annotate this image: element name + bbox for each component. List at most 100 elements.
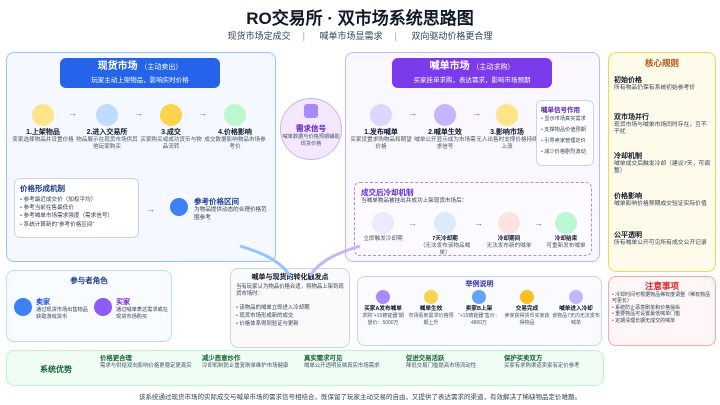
example-step-title: 交易完成	[515, 306, 539, 312]
rule-desc: 现货市场与喊单市场同时存在，互不干扰	[614, 122, 707, 135]
example-step: 卖家B上架 “+15铸锭器”售价：4800万	[456, 290, 502, 327]
example-step-desc: 卖家获得货币买家获得物品	[504, 313, 550, 326]
rules-title: 核心规则	[644, 58, 679, 68]
step-title: 4.价格影响	[218, 129, 252, 136]
advantage-desc: 买家有求购渠道卖家有定价参考	[504, 363, 580, 369]
step-title: 2.进入交易所	[86, 129, 128, 136]
spot-market-header: 现货市场 （主动卖出） 玩家主动上架物品，影响实时价格	[60, 58, 220, 88]
step-desc: 无人出售时支撑价格持续上涨	[476, 137, 538, 150]
advantage-item: 减少恶意炒作 冷却机制防止重复刷单维护市场健康	[202, 355, 302, 370]
effect-item: 引导卖家管理定价	[541, 136, 589, 147]
transform-item: 该物品的喊单立即进入冷却期	[236, 304, 346, 312]
mechanism-item: 参考当前在售最低价	[20, 204, 133, 212]
advantage-desc: 喊单公开透明反映真实市场需求	[304, 363, 380, 369]
bell-icon	[496, 104, 518, 126]
advantage-item: 促进交易活跃 降低交易门槛提高市场流动性	[406, 355, 506, 370]
example-step: 买家A发布喊单 求购“+15铸锭器”期望价：5000万	[360, 290, 406, 327]
no-entry-icon	[498, 212, 520, 234]
step-desc: 成交数据影响物品市场参考价	[204, 137, 266, 150]
transform-item: 价格体系得到验证与更新	[236, 320, 346, 328]
stage-desc: 无法发布新的喊单	[486, 243, 532, 249]
order-step: 1.发布喊单 买家设置求购物品和期望价格	[350, 104, 412, 151]
effect-item: 支撑物品价值预期	[541, 125, 589, 136]
cooldown-stage: 冷却结束 可重新发布喊单	[540, 212, 592, 250]
step-desc: 卖家选择物品并设置价格	[12, 137, 74, 143]
cooldown-stage: 立即触发冷却期	[358, 212, 408, 243]
mechanism-item: 参考喊单市场需求强度（需求信号）	[20, 212, 133, 220]
calendar-icon	[434, 212, 456, 234]
stage-desc: 可重新发布喊单	[546, 243, 586, 249]
stage-title: 冷却期间	[497, 236, 521, 242]
spot-step: 1.上架物品 卖家选择物品并设置价格	[12, 104, 74, 144]
advantage-title: 真实需求可见	[304, 355, 343, 362]
spot-title-note: （主动卖出）	[140, 64, 183, 71]
step-title: 3.影响市场	[490, 129, 524, 136]
transform-lead: 当有玩家认为物品价格合适，将物品上架到现货市场时：	[236, 284, 344, 297]
seller-title: 卖家	[36, 299, 50, 306]
step-title: 1.上架物品	[26, 129, 60, 136]
notes-list: 冷却时间可根据物品稀有度调整（稀有物品可更长） 系统防止恶意刷单和价格操纵 重要…	[612, 292, 712, 324]
buyer-title: 买家	[116, 299, 130, 306]
rule-item: 冷却机制 喊单成交后触发冷却（建议7天，可调整）	[614, 152, 712, 175]
ref-price-range: 参考价格区间 为物品提供动态的合理价格范围参考	[194, 196, 272, 222]
rule-item: 价格影响 喊单影响价格预期成交验证实际价值	[614, 192, 712, 208]
seller-avatar-icon	[14, 298, 32, 316]
subtitle-item: 喊单市场显需求	[319, 31, 383, 41]
person-icon	[472, 290, 486, 304]
order-tagline: 买家挂单求购，表达需求，影响市场预期	[413, 77, 531, 84]
rule-desc: 喊单成交后触发冷却（建议7天，可调整）	[614, 161, 710, 174]
stage-title: 7天冷却期	[432, 236, 458, 242]
stage-desc: （无法发布该物品喊单）	[419, 243, 471, 256]
stage-title: 冷却结束	[554, 236, 578, 242]
advantage-item: 保护买卖双方 买家有求购渠道卖家有定价参考	[504, 355, 604, 370]
step-title: 3.成交	[161, 129, 181, 136]
example-step-desc: 求购“+15铸锭器”期望价：5000万	[362, 313, 404, 326]
advantage-title: 促进交易活跃	[406, 355, 445, 362]
spot-step: 2.进入交易所 物品展示在现货市场供其他玩家购买	[76, 104, 138, 151]
arrow-right-icon: →	[146, 204, 155, 214]
order-title: 喊单市场	[429, 61, 470, 72]
step-title: 1.发布喊单	[364, 129, 398, 136]
advantage-desc: 冷却机制防止重复刷单维护市场健康	[202, 363, 289, 369]
spot-tagline: 玩家主动上架物品，影响实时价格	[91, 77, 189, 84]
mechanism-item: 系统计算新的“参考价格区间”	[20, 221, 133, 229]
spot-step: 4.价格影响 成交数据影响物品市场参考价	[204, 104, 266, 151]
hourglass-icon	[569, 290, 583, 304]
example-step-desc: 市场看到需求价格预期上升	[408, 313, 454, 326]
step-desc: 买家购买或成功货币与物品流转	[140, 137, 202, 150]
spot-title: 现货市场	[97, 61, 138, 72]
rule-desc: 所有喊单公开可见所有成交公开记录	[614, 240, 707, 246]
person-icon	[376, 290, 390, 304]
subtitle-item: 现货市场定成交	[227, 31, 291, 41]
cooldown-title: 成交后冷却机制	[361, 188, 414, 197]
step-desc: 喊单公开显示成为市场需求信号	[414, 137, 476, 150]
example-title: 举例说明	[465, 281, 494, 288]
advantage-desc: 需求与供给双向影响价格更稳定更真实	[100, 363, 192, 369]
effect-item: 减少价格剧烈波动	[541, 147, 589, 158]
signal-title: 需求信号	[296, 124, 326, 133]
check-icon	[555, 212, 577, 234]
page-title: RO交易所 · 双市场系统思路图	[246, 9, 474, 28]
rule-title: 双市场并行	[614, 114, 649, 121]
bell-icon	[424, 290, 438, 304]
flow-arrows	[239, 244, 361, 277]
ref-title: 参考价格区间	[194, 197, 239, 206]
order-market-header: 喊单市场 （主动求购） 买家挂单求购，表达需求，影响市场预期	[392, 58, 552, 88]
coins-icon	[520, 290, 534, 304]
hourglass-icon	[372, 212, 394, 234]
notes-title: 注意事项	[644, 281, 679, 291]
example-step: 喊单进入冷却 该物品7天内无法发布喊单	[552, 290, 600, 327]
rule-item: 初始价格 所有物品仍保有系统初始参考价	[614, 76, 712, 92]
subtitle: 现货市场定成交 | 喊单市场显需求 | 双向驱动价格更合理	[227, 31, 493, 41]
rule-desc: 所有物品仍保有系统初始参考价	[614, 85, 696, 91]
price-tag-icon	[170, 198, 188, 216]
rule-title: 价格影响	[614, 193, 642, 200]
example-step-title: 买家A发布喊单	[364, 306, 402, 312]
step-desc: 物品展示在现货市场供其他玩家购买	[76, 137, 138, 150]
transform-item: 现货市场形成新的成交	[236, 312, 346, 320]
example-step-title: 卖家B上架	[465, 306, 493, 312]
roles-title: 参与者角色	[70, 276, 108, 285]
step-desc: 买家设置求购物品和期望价格	[350, 137, 412, 150]
example-step-desc: “+15铸锭器”售价：4800万	[458, 313, 500, 326]
advantage-desc: 降低交易门槛提高市场流动性	[406, 363, 477, 369]
